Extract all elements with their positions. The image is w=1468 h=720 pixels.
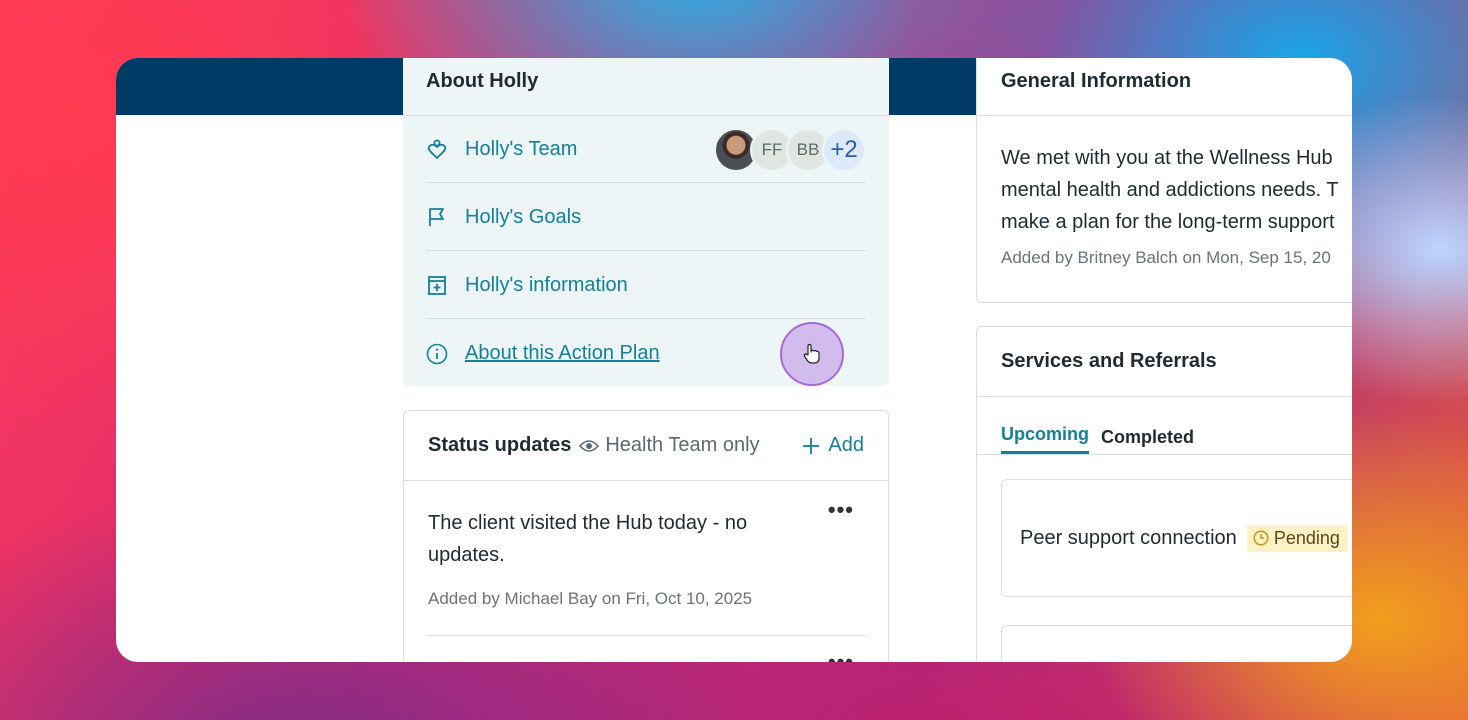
about-panel: About Holly Holly's Team FF BB +2 Holly'… [403,58,889,386]
general-information-text: We met with you at the Wellness Hub ment… [977,116,1352,238]
service-item[interactable] [1001,625,1352,662]
tab-upcoming[interactable]: Upcoming [1001,424,1089,454]
status-entry-meta: Added by Michael Bay on Fri, Oct 10, 202… [428,589,753,608]
about-item-information[interactable]: Holly's information [426,252,866,319]
about-item-label[interactable]: About this Action Plan [465,342,660,365]
status-badge: Pending [1246,524,1348,552]
service-item-label: Peer support connection [1020,526,1237,549]
plus-icon [803,437,820,454]
clock-icon [1253,530,1269,546]
general-information-title: General Information [977,58,1352,116]
tab-completed[interactable]: Completed [1101,427,1194,454]
add-status-button[interactable]: Add [802,434,864,457]
status-updates-header: Status updates Health Team only Add [404,411,888,481]
flag-icon [426,206,448,228]
status-updates-title: Status updates [428,434,572,456]
text-line: We met with you at the Wellness Hub [1001,147,1333,169]
more-options-icon[interactable]: ••• [828,649,854,662]
status-entry: The client visited the Hub today - no up… [404,481,888,609]
team-icon [426,138,448,160]
click-indicator [780,322,844,386]
services-referrals-card: Services and Referrals Upcoming Complete… [976,326,1352,662]
about-item-label: Holly's information [465,273,628,296]
about-item-goals[interactable]: Holly's Goals [426,184,866,251]
text-line: mental health and addictions needs. T [1001,179,1339,201]
eye-icon [579,439,600,452]
about-panel-title: About Holly [403,58,889,116]
services-tabs: Upcoming Completed [977,397,1352,455]
more-members-badge: +2 [822,128,866,172]
status-updates-card: Status updates Health Team only Add The … [403,410,889,662]
add-label: Add [828,434,864,456]
general-information-meta: Added by Britney Balch on Mon, Sep 15, 2… [1001,248,1331,267]
general-information-card: General Information We met with you at t… [976,58,1352,303]
about-item-label: Holly's Goals [465,205,582,228]
document-plus-icon [426,274,448,296]
status-entry-text: The client visited the Hub today - no up… [428,512,748,566]
about-item-team[interactable]: Holly's Team FF BB +2 [426,116,866,183]
status-badge-label: Pending [1273,527,1340,548]
info-icon [426,343,448,365]
more-options-icon[interactable]: ••• [828,497,854,523]
service-item[interactable]: Peer support connection Pending [1001,479,1352,597]
services-title: Services and Referrals [977,327,1352,397]
divider [428,635,866,636]
team-avatars[interactable]: FF BB +2 [714,128,866,172]
visibility-indicator: Health Team only [579,434,760,457]
app-window: About Holly Holly's Team FF BB +2 Holly'… [116,58,1352,662]
about-item-label: Holly's Team [465,137,578,160]
hand-cursor-icon [803,343,820,364]
text-line: make a plan for the long-term support [1001,211,1335,233]
visibility-label: Health Team only [605,434,760,456]
